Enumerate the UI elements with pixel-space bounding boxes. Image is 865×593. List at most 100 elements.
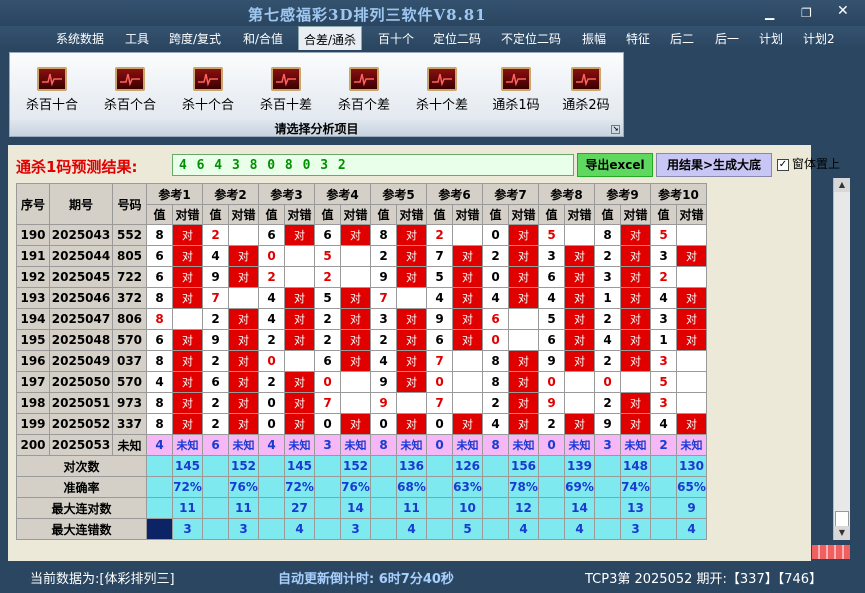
stats-spacer [650, 455, 677, 477]
ribbon-button-2[interactable]: 杀百个合 [94, 67, 166, 117]
cell-hit: 对 [284, 308, 315, 330]
menu-position-two[interactable]: 定位二码 [433, 30, 481, 47]
scroll-thumb[interactable] [835, 511, 849, 527]
stats-value: 4 [508, 518, 539, 540]
chart-icon [501, 67, 531, 91]
table-row[interactable]: 192 2025045 722 6 对 9 对 2 2 9 对 5 对 0 对 6 对 3 对 2 [16, 266, 707, 288]
cell-hit: 对 [340, 287, 371, 309]
cell-seq: 196 [16, 350, 50, 372]
table-row[interactable]: 190 2025043 552 8 对 2 6 对 6 对 8 对 2 0 对 5 8 对 5 [16, 224, 707, 246]
cell-value: 2 [370, 245, 397, 267]
menu-plan-2[interactable]: 计划2 [803, 30, 835, 47]
stats-spacer [426, 518, 453, 540]
cell-miss [340, 245, 371, 267]
minimize-button[interactable]: ▁ [765, 6, 774, 20]
scroll-up-icon[interactable]: ▲ [834, 178, 850, 192]
stats-spacer [426, 497, 453, 519]
menu-system-data[interactable]: 系统数据 [56, 30, 104, 47]
vertical-scrollbar[interactable]: ▲ ▼ [833, 178, 850, 540]
ribbon-button-8[interactable]: 通杀2码 [550, 67, 622, 117]
cell-hit: 对 [228, 350, 259, 372]
ribbon-button-7[interactable]: 通杀1码 [480, 67, 552, 117]
ribbon-footer-label: 请选择分析项目 [274, 122, 359, 136]
result-value-field[interactable]: 4 6 4 3 8 0 8 0 3 2 [172, 154, 574, 176]
cell-value: 6 [146, 245, 173, 267]
menu-sum-value[interactable]: 和/合值 [243, 30, 283, 47]
menu-span-compound[interactable]: 跨度/复式 [169, 30, 221, 47]
menu-kill-all[interactable]: 合差/通杀 [298, 26, 363, 50]
cell-value: 2 [594, 350, 621, 372]
cell-miss [340, 266, 371, 288]
stats-value: 5 [452, 518, 483, 540]
cell-period: 2025052 [49, 413, 113, 435]
cell-hit: 对 [452, 413, 483, 435]
stay-on-top-checkbox[interactable]: ✓ 窗体置上 [777, 155, 840, 172]
cell-hit: 对 [620, 413, 651, 435]
table-row[interactable]: 193 2025046 372 8 对 7 4 对 5 对 7 4 对 4 对 4 对 1 对 4 对 [16, 287, 707, 309]
stats-value: 139 [564, 455, 595, 477]
menu-last-two[interactable]: 后二 [670, 30, 694, 47]
subheader-value: 值 [538, 204, 565, 225]
cell-miss [564, 392, 595, 414]
cell-value: 2 [538, 413, 565, 435]
cell-value: 9 [370, 392, 397, 414]
table-row[interactable]: 195 2025048 570 6 对 9 对 2 对 2 对 2 对 6 对 0 6 对 4 对 1 对 [16, 329, 707, 351]
cell-value: 2 [314, 266, 341, 288]
menu-last-one[interactable]: 后一 [715, 30, 739, 47]
cell-hit: 对 [172, 413, 203, 435]
cell-pending-result: 未知 [564, 434, 595, 456]
stats-value: 72% [284, 476, 315, 498]
stats-value: 13 [620, 497, 651, 519]
table-row[interactable]: 194 2025047 806 8 2 对 4 对 2 对 3 对 9 对 6 5 对 2 对 3 对 [16, 308, 707, 330]
dialog-launcher-icon[interactable]: ↘ [611, 125, 620, 134]
pending-row[interactable]: 200 2025053 未知 4 未知 6 未知 4 未知 3 未知 8 未知 0 未知 8 未知 0 未知 3 未知 2… [16, 434, 707, 456]
cell-value: 2 [482, 245, 509, 267]
cell-hit: 对 [396, 224, 427, 246]
cell-miss [676, 266, 707, 288]
cell-period: 2025045 [49, 266, 113, 288]
cell-value: 3 [370, 308, 397, 330]
cell-seq: 195 [16, 329, 50, 351]
cell-value: 1 [650, 329, 677, 351]
ribbon-button-4[interactable]: 杀百十差 [250, 67, 322, 117]
cell-value: 9 [426, 308, 453, 330]
scroll-down-icon[interactable]: ▼ [834, 526, 850, 540]
menu-tools[interactable]: 工具 [125, 30, 149, 47]
cell-hit: 对 [228, 329, 259, 351]
cell-pending-value: 3 [594, 434, 621, 456]
table-row[interactable]: 196 2025049 037 8 对 2 对 0 6 对 4 对 7 8 对 9 对 2 对 3 [16, 350, 707, 372]
subheader-result: 对错 [172, 204, 203, 225]
cell-pending-value: 0 [538, 434, 565, 456]
stats-spacer [146, 476, 173, 498]
stats-value: 4 [284, 518, 315, 540]
cell-value: 0 [258, 245, 285, 267]
cell-hit: 对 [508, 371, 539, 393]
menu-amplitude[interactable]: 振幅 [582, 30, 606, 47]
generate-base-button[interactable]: 用结果>生成大底 [656, 153, 772, 177]
close-button[interactable]: ✕ [837, 4, 849, 18]
ribbon-button-3[interactable]: 杀十个合 [172, 67, 244, 117]
menu-features[interactable]: 特征 [626, 30, 650, 47]
table-row[interactable]: 191 2025044 805 6 对 4 对 0 5 2 对 7 对 2 对 3 对 2 对 3 对 [16, 245, 707, 267]
cell-hit: 对 [452, 329, 483, 351]
menu-hundred-ten-unit[interactable]: 百十个 [378, 30, 414, 47]
cell-value: 0 [594, 371, 621, 393]
menu-plan[interactable]: 计划 [759, 30, 783, 47]
restore-button[interactable]: ❐ [801, 6, 812, 20]
table-row[interactable]: 197 2025050 570 4 对 6 对 2 对 0 9 对 0 8 对 0 0 5 [16, 371, 707, 393]
subheader-value: 值 [202, 204, 229, 225]
stats-spacer [370, 476, 397, 498]
export-excel-button[interactable]: 导出excel [577, 153, 653, 177]
countdown-status: 自动更新倒计时: 6时7分40秒 [278, 572, 454, 587]
menu-nonposition-two[interactable]: 不定位二码 [501, 30, 561, 47]
cell-value: 4 [482, 413, 509, 435]
subheader-result: 对错 [284, 204, 315, 225]
cell-hit: 对 [340, 413, 371, 435]
ribbon-button-1[interactable]: 杀百十合 [16, 67, 88, 117]
table-row[interactable]: 199 2025052 337 8 对 2 对 0 对 0 对 0 对 0 对 4 对 2 对 9 对 4 对 [16, 413, 707, 435]
stats-spacer [594, 518, 621, 540]
table-row[interactable]: 198 2025051 973 8 对 2 对 0 对 7 9 7 2 对 9 2 对 3 [16, 392, 707, 414]
stats-label: 对次数 [16, 455, 147, 477]
ribbon-button-5[interactable]: 杀百个差 [328, 67, 400, 117]
ribbon-button-6[interactable]: 杀十个差 [406, 67, 478, 117]
